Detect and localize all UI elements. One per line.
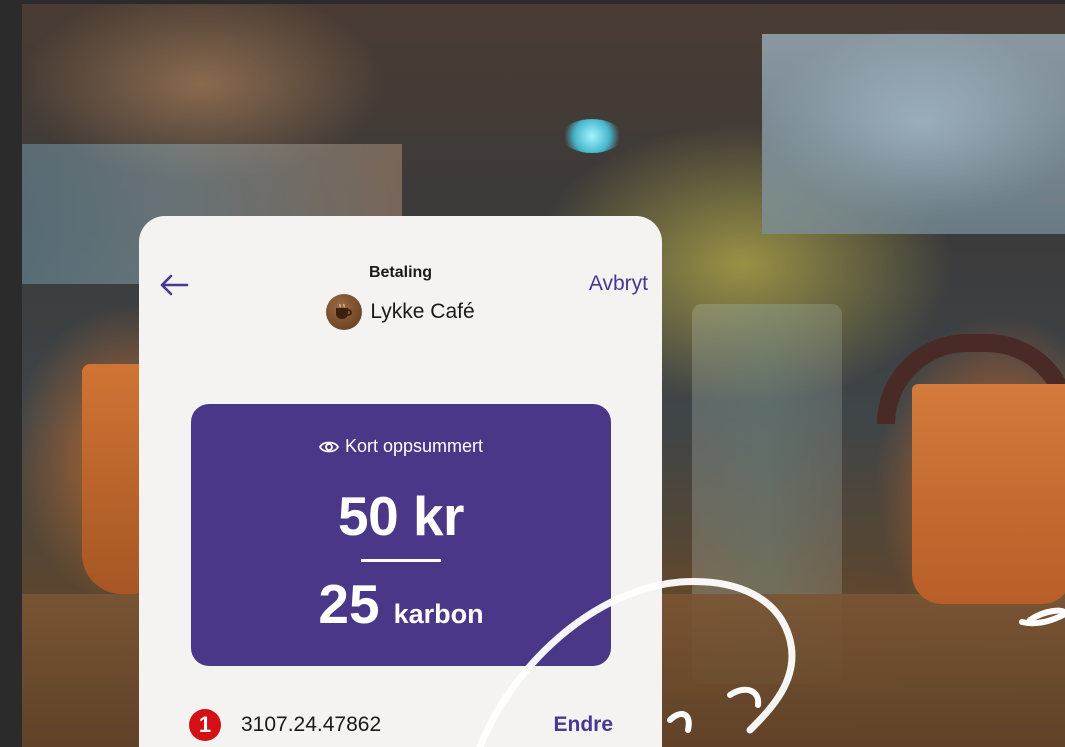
merchant-avatar [326, 294, 363, 330]
cancel-button[interactable]: Avbryt [589, 272, 648, 296]
summary-divider [361, 559, 441, 562]
background-wall [762, 34, 1065, 234]
payment-sheet: Betaling Avbryt Lykke Café Kort oppsumme… [139, 216, 662, 747]
payment-summary-card: Kort oppsummert 50 kr 25 karbon [191, 404, 611, 666]
account-number: 3107.24.47862 [241, 713, 382, 736]
summary-label: Kort oppsummert [344, 436, 484, 456]
merchant-name: Lykke Café [370, 300, 475, 323]
eye-icon [318, 441, 339, 452]
carbon-value: 25 [318, 573, 380, 635]
carbon-unit: karbon [393, 599, 484, 629]
change-account-button[interactable]: Endre [553, 713, 613, 737]
background-cup-right [912, 384, 1065, 604]
summary-header: Kort oppsummert [191, 436, 611, 457]
carbon-summary: 25 karbon [191, 572, 611, 636]
payment-amount: 50 kr [338, 485, 464, 547]
merchant-info: Lykke Café [139, 294, 662, 330]
coffee-cup-icon [336, 303, 353, 319]
background-lamp [562, 119, 622, 153]
bank-logo-icon: 1 [189, 709, 221, 741]
payment-account-row: 1 3107.24.47862 Endre [189, 708, 613, 742]
page-title: Betaling [368, 264, 433, 281]
